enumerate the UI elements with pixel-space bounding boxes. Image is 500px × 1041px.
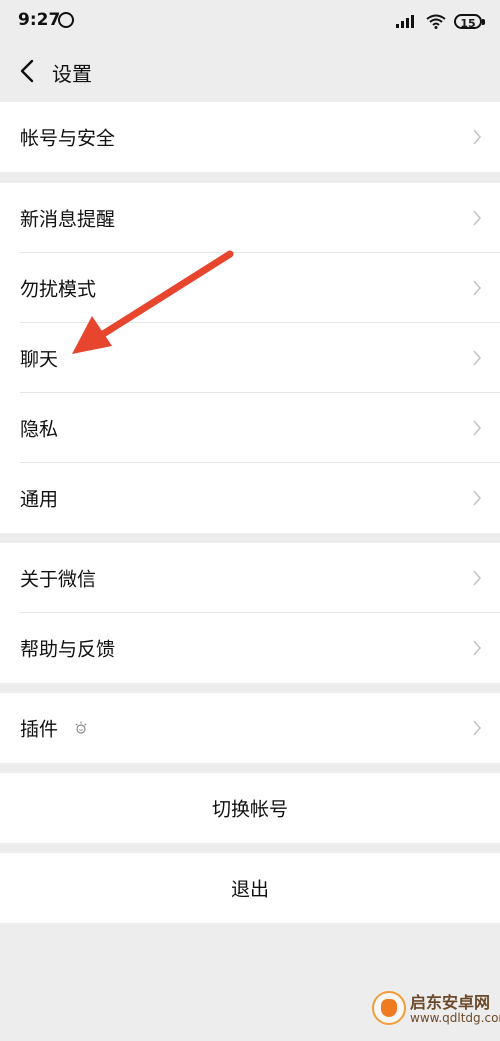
- status-bar: 9:27 15: [0, 0, 500, 40]
- row-label: 聊天: [20, 348, 59, 371]
- row-privacy[interactable]: 隐私: [0, 393, 500, 463]
- row-label: 新消息提醒: [20, 208, 116, 231]
- chevron-right-icon: [473, 640, 482, 656]
- status-icons: 15: [396, 12, 485, 30]
- row-label: 关于微信: [20, 568, 97, 591]
- watermark: 启东安卓网 www.qdltdg.com: [360, 985, 500, 1041]
- nav-bar: 设置: [0, 40, 500, 102]
- row-help-feedback[interactable]: 帮助与反馈: [0, 613, 500, 683]
- row-chat[interactable]: 聊天: [0, 323, 500, 393]
- logout-group: 退出: [0, 853, 500, 923]
- logout-button[interactable]: 退出: [0, 853, 500, 923]
- chevron-right-icon: [473, 420, 482, 436]
- chevron-right-icon: [473, 720, 482, 736]
- row-label: 勿扰模式: [20, 278, 97, 301]
- row-general[interactable]: 通用: [0, 463, 500, 533]
- logout-label: 退出: [230, 878, 269, 901]
- watermark-logo-icon: [372, 991, 406, 1025]
- chevron-right-icon: [473, 570, 482, 586]
- watermark-logo-mark: [381, 999, 397, 1017]
- row-label: 帮助与反馈: [20, 638, 116, 661]
- page-title: 设置: [52, 62, 92, 86]
- chevron-right-icon: [473, 280, 482, 296]
- chevron-left-icon: [20, 59, 34, 83]
- row-plugins[interactable]: 插件: [0, 693, 500, 763]
- row-label: 插件: [20, 718, 59, 741]
- sun-badge-icon: [75, 721, 87, 734]
- switch-account-label: 切换帐号: [211, 798, 288, 821]
- row-new-message-notify[interactable]: 新消息提醒: [0, 183, 500, 253]
- battery-icon: 15: [454, 13, 485, 30]
- watermark-title: 启东安卓网: [410, 993, 491, 1012]
- wifi-icon: [426, 14, 446, 29]
- chevron-right-icon: [473, 490, 482, 506]
- switch-account-button[interactable]: 切换帐号: [0, 773, 500, 843]
- signal-icon: [396, 15, 414, 28]
- status-time: 9:27: [18, 10, 61, 30]
- sync-icon: [58, 12, 74, 28]
- row-label: 隐私: [20, 418, 59, 441]
- back-button[interactable]: [12, 54, 42, 88]
- row-account-security[interactable]: 帐号与安全: [0, 102, 500, 172]
- settings-group-general: 新消息提醒 勿扰模式 聊天 隐私 通用: [0, 183, 500, 533]
- chevron-right-icon: [473, 210, 482, 226]
- row-label: 帐号与安全: [20, 127, 116, 150]
- switch-account-group: 切换帐号: [0, 773, 500, 843]
- row-do-not-disturb[interactable]: 勿扰模式: [0, 253, 500, 323]
- row-label: 通用: [20, 488, 59, 511]
- settings-group-about: 关于微信 帮助与反馈: [0, 543, 500, 683]
- battery-level: 15: [460, 16, 476, 30]
- settings-group-plugins: 插件: [0, 693, 500, 763]
- chevron-right-icon: [473, 350, 482, 366]
- watermark-url: www.qdltdg.com: [410, 1011, 500, 1025]
- row-about-wechat[interactable]: 关于微信: [0, 543, 500, 613]
- chevron-right-icon: [473, 129, 482, 145]
- settings-group-account: 帐号与安全: [0, 102, 500, 172]
- battery-cap: [482, 18, 485, 25]
